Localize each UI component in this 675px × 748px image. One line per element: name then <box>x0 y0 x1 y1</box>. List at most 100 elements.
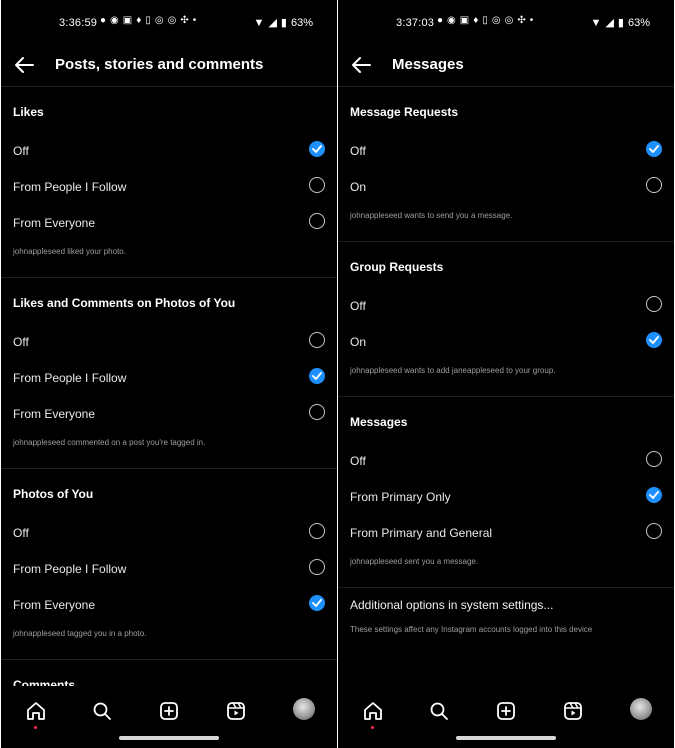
radio-option-row[interactable]: On <box>338 169 674 205</box>
wifi-icon: ▼ <box>590 16 602 29</box>
section-title: Likes and Comments on Photos of You <box>13 296 236 310</box>
radio-unselected[interactable] <box>646 523 662 539</box>
preview-hint: johnappleseed wants to add janeappleseed… <box>350 366 556 375</box>
notification-dot <box>371 726 374 729</box>
option-label: Off <box>350 454 366 468</box>
reels-icon[interactable] <box>225 700 247 722</box>
radio-unselected[interactable] <box>309 523 325 539</box>
radio-option-row[interactable]: From Everyone <box>1 396 337 432</box>
whatsapp-icon: ◉ <box>110 15 119 26</box>
dot-icon: • <box>529 15 534 26</box>
create-icon[interactable] <box>158 700 180 722</box>
additional-options-link[interactable]: Additional options in system settings... <box>338 587 674 622</box>
additional-options-hint: These settings affect any Instagram acco… <box>350 625 593 634</box>
checkmark-icon <box>649 145 659 153</box>
radio-option-row[interactable]: Off <box>338 133 674 169</box>
gesture-bar <box>456 736 556 740</box>
radio-option-row[interactable]: From Everyone <box>1 587 337 623</box>
system-icons: ▼ ◢ ▮ 63% <box>590 16 650 30</box>
back-arrow-icon[interactable] <box>13 56 35 74</box>
radio-option-row[interactable]: From People I Follow <box>1 169 337 205</box>
radio-unselected[interactable] <box>646 296 662 312</box>
radio-selected[interactable] <box>646 487 662 503</box>
status-bar: 3:36:59 ● ◉ ▣ ♦ ▯ ◎ ◎ ✣ • ▼ ◢ ▮ 63% <box>1 0 337 44</box>
search-icon[interactable] <box>428 700 450 722</box>
radio-option-row[interactable]: From Primary Only <box>338 479 674 515</box>
battery-icon: ▮ <box>280 17 287 29</box>
option-label: On <box>350 335 367 349</box>
radio-unselected[interactable] <box>309 559 325 575</box>
radio-option-row[interactable]: From People I Follow <box>1 360 337 396</box>
settings-screen-posts: 3:36:59 ● ◉ ▣ ♦ ▯ ◎ ◎ ✣ • ▼ ◢ ▮ 63% Post… <box>1 0 337 748</box>
radio-unselected[interactable] <box>309 213 325 229</box>
radio-unselected[interactable] <box>309 177 325 193</box>
option-label: Off <box>13 526 29 540</box>
app-icon: ▣ <box>459 15 470 26</box>
app-icon: ▣ <box>122 15 133 26</box>
radio-selected[interactable] <box>646 141 662 157</box>
dot-icon: • <box>192 15 197 26</box>
instagram-icon: ◎ <box>504 15 514 26</box>
checkmark-icon <box>312 372 322 380</box>
option-label: From People I Follow <box>13 562 127 576</box>
settings-screen-messages: 3:37:03 ● ◉ ▣ ♦ ▯ ◎ ◎ ✣ • ▼ ◢ ▮ 63% Mess… <box>338 0 674 748</box>
radio-option-row[interactable]: Off <box>1 515 337 551</box>
option-label: From Everyone <box>13 598 96 612</box>
notification-icons: ● ◉ ▣ ♦ ▯ ◎ ◎ ✣ • <box>100 15 196 27</box>
option-label: From Primary Only <box>350 490 451 504</box>
preview-hint: johnappleseed commented on a post you're… <box>13 438 206 447</box>
status-time: 3:37:03 <box>396 17 435 29</box>
checkmark-icon <box>649 491 659 499</box>
notification-dot <box>34 726 37 729</box>
gesture-bar <box>119 736 219 740</box>
radio-option-row[interactable]: Off <box>1 133 337 169</box>
radio-unselected[interactable] <box>309 332 325 348</box>
page-title: Posts, stories and comments <box>55 56 264 73</box>
radio-option-row[interactable]: From Everyone <box>1 205 337 241</box>
twitter-icon: ♦ <box>136 15 142 26</box>
create-icon[interactable] <box>495 700 517 722</box>
battery-percent: 63% <box>290 16 313 29</box>
radio-option-row[interactable]: Off <box>338 443 674 479</box>
preview-hint: johnappleseed wants to send you a messag… <box>350 211 513 220</box>
bottom-nav <box>1 686 337 748</box>
header: Messages <box>338 44 674 86</box>
radio-selected[interactable] <box>309 141 325 157</box>
status-bar: 3:37:03 ● ◉ ▣ ♦ ▯ ◎ ◎ ✣ • ▼ ◢ ▮ 63% <box>338 0 674 44</box>
radio-option-row[interactable]: From Primary and General <box>338 515 674 551</box>
radio-option-row[interactable]: Off <box>1 324 337 360</box>
battery-percent: 63% <box>627 16 650 29</box>
wifi-icon: ▼ <box>253 16 265 29</box>
radio-option-row[interactable]: From People I Follow <box>1 551 337 587</box>
twitter-icon: ♦ <box>473 15 479 26</box>
settings-list: Message Requests Off On johnappleseed wants… <box>338 86 674 634</box>
settings-sections: Message Requests Off On johnappleseed wants… <box>338 86 674 587</box>
instagram-icon: ◎ <box>491 15 501 26</box>
whatsapp-icon: ◉ <box>447 15 456 26</box>
radio-unselected[interactable] <box>309 404 325 420</box>
profile-avatar[interactable] <box>293 698 315 720</box>
preview-hint: johnappleseed liked your photo. <box>13 247 126 256</box>
reels-icon[interactable] <box>562 700 584 722</box>
radio-unselected[interactable] <box>646 451 662 467</box>
option-label: Off <box>350 144 366 158</box>
back-arrow-icon[interactable] <box>350 56 372 74</box>
option-label: From Everyone <box>13 407 96 421</box>
radio-selected[interactable] <box>309 595 325 611</box>
settings-section: Group Requests Off On johnappleseed wants t… <box>338 241 674 396</box>
radio-selected[interactable] <box>646 332 662 348</box>
settings-section: Message Requests Off On johnappleseed wants… <box>338 86 674 241</box>
battery-icon: ▮ <box>617 17 624 29</box>
section-title: Messages <box>350 415 408 429</box>
pinwheel-icon: ✣ <box>180 15 189 26</box>
signal-icon: ◢ <box>605 17 614 29</box>
search-icon[interactable] <box>91 700 113 722</box>
profile-avatar[interactable] <box>630 698 652 720</box>
settings-section: Likes and Comments on Photos of You Off Fr… <box>1 277 337 468</box>
radio-selected[interactable] <box>309 368 325 384</box>
radio-unselected[interactable] <box>646 177 662 193</box>
home-icon[interactable] <box>362 700 384 722</box>
radio-option-row[interactable]: On <box>338 324 674 360</box>
radio-option-row[interactable]: Off <box>338 288 674 324</box>
home-icon[interactable] <box>25 700 47 722</box>
